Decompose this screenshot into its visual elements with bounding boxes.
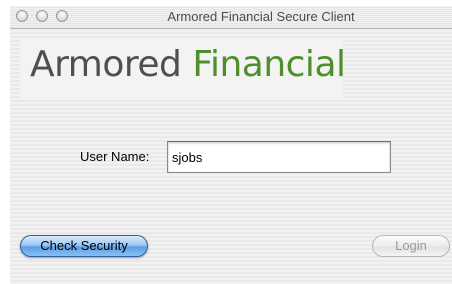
logo-text: Armored Financial — [30, 44, 346, 85]
zoom-button-icon[interactable] — [56, 10, 68, 22]
title-bar[interactable]: Armored Financial Secure Client — [10, 6, 452, 28]
close-button-icon[interactable] — [16, 10, 28, 22]
window-title: Armored Financial Secure Client — [167, 9, 355, 24]
minimize-button-icon[interactable] — [36, 10, 48, 22]
username-label: User Name: — [80, 149, 150, 164]
logo-word-financial: Financial — [192, 44, 346, 85]
title-bar-divider — [10, 28, 452, 29]
logo-word-armored: Armored — [30, 44, 182, 85]
login-button[interactable]: Login — [372, 235, 450, 257]
username-field[interactable] — [167, 141, 391, 173]
brand-logo: Armored Financial — [20, 38, 346, 98]
app-window: Armored Financial Secure Client Armored … — [10, 6, 452, 284]
check-security-button[interactable]: Check Security — [20, 235, 148, 257]
